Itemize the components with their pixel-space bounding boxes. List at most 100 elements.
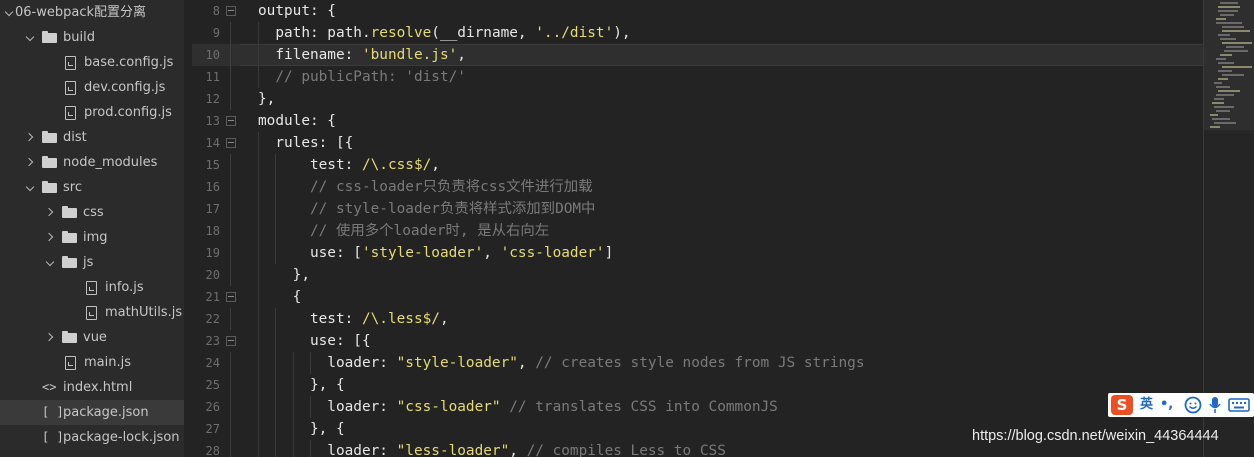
chevron-down-icon[interactable] — [26, 25, 36, 50]
chevron-down-icon[interactable] — [46, 250, 56, 275]
line-number: 28 — [205, 444, 220, 457]
line-number: 25 — [205, 378, 220, 392]
file-icon — [84, 300, 100, 325]
minimap-line — [1222, 26, 1244, 28]
sogou-logo-icon[interactable]: S — [1111, 395, 1133, 415]
code-line[interactable]: 10 filename: 'bundle.js', — [192, 44, 1204, 66]
json-file-icon: [ ] — [42, 430, 64, 444]
minimap-line — [1218, 78, 1228, 80]
code-line[interactable]: 23 use: [{ — [192, 330, 1204, 352]
tree-item-package-json[interactable]: [ ] package.json — [0, 400, 184, 425]
code-text: loader: "style-loader", // creates style… — [258, 352, 864, 374]
code-token: { — [258, 289, 302, 305]
code-line[interactable]: 17 // style-loader负责将样式添加到DOM中 — [192, 198, 1204, 220]
tree-item-label: node_modules — [63, 155, 158, 170]
tree-item-img[interactable]: img — [0, 225, 184, 250]
chevron-right-icon[interactable] — [46, 200, 56, 225]
code-line[interactable]: 20 }, — [192, 264, 1204, 286]
tree-item-06-webpack[interactable]: 06-webpack配置分离 — [0, 0, 184, 25]
code-editor[interactable]: 8 output: {9 path: path.resolve(__dirname… — [192, 0, 1204, 457]
code-line[interactable]: 15 test: /\.css$/, — [192, 154, 1204, 176]
fold-toggle-icon[interactable] — [226, 292, 236, 302]
code-line[interactable]: 25 }, { — [192, 374, 1204, 396]
tree-item-dev-config-js[interactable]: dev.config.js — [0, 75, 184, 100]
tree-item-label: index.html — [63, 380, 133, 395]
tree-item-index-html[interactable]: <> index.html — [0, 375, 184, 400]
folder-icon — [42, 125, 58, 150]
tree-item-build[interactable]: build — [0, 25, 184, 50]
fold-guide — [230, 352, 231, 374]
code-token: , — [457, 47, 466, 63]
ime-toolbar[interactable]: S 英 •, — [1108, 393, 1254, 417]
code-line[interactable]: 18 // 使用多个loader时, 是从右向左 — [192, 220, 1204, 242]
chevron-right-icon[interactable] — [26, 125, 36, 150]
code-text: test: /\.css$/, — [258, 154, 440, 176]
code-line[interactable]: 21 { — [192, 286, 1204, 308]
code-line[interactable]: 13 module: { — [192, 110, 1204, 132]
code-line[interactable]: 12}, — [192, 88, 1204, 110]
code-token: loader: — [258, 399, 397, 415]
minimap-line — [1226, 46, 1244, 48]
tree-item-label: package-lock.json — [63, 430, 180, 445]
code-line[interactable]: 22 test: /\.less$/, — [192, 308, 1204, 330]
code-token: ), — [613, 25, 631, 41]
code-token: /\.less$/ — [361, 311, 440, 327]
smiley-icon[interactable] — [1184, 396, 1202, 414]
tree-item-info-js[interactable]: info.js — [0, 275, 184, 300]
tree-item-main-js[interactable]: main.js — [0, 350, 184, 375]
code-token: , — [483, 245, 501, 261]
fold-toggle-icon[interactable] — [226, 116, 236, 126]
chevron-right-icon[interactable] — [46, 225, 56, 250]
minimap-line — [1218, 6, 1240, 8]
tree-item-src[interactable]: src — [0, 175, 184, 200]
fold-guide — [230, 220, 231, 242]
code-line[interactable]: 24 loader: "style-loader", // creates st… — [192, 352, 1204, 374]
fold-toggle-icon[interactable] — [226, 138, 236, 148]
minimap-line — [1218, 70, 1232, 72]
tree-item-js[interactable]: js — [0, 250, 184, 275]
tree-item-node-modules[interactable]: node_modules — [0, 150, 184, 175]
minimap[interactable] — [1204, 0, 1254, 457]
ime-punctuation-toggle[interactable]: •, — [1160, 393, 1173, 417]
fold-guide — [230, 308, 231, 330]
tree-item-css[interactable]: css — [0, 200, 184, 225]
code-token: /\.css$/ — [361, 157, 432, 173]
fold-toggle-icon[interactable] — [226, 336, 236, 346]
tree-item-base-config-js[interactable]: base.config.js — [0, 50, 184, 75]
chevron-down-icon[interactable] — [26, 175, 36, 200]
code-text: loader: "css-loader" // translates CSS i… — [258, 396, 778, 418]
microphone-icon[interactable] — [1208, 396, 1222, 414]
tree-item-label: build — [63, 30, 95, 45]
code-line[interactable]: 8 output: { — [192, 0, 1204, 22]
folder-icon — [62, 225, 78, 250]
code-token: (__dirname, — [431, 25, 536, 41]
chevron-down-icon[interactable] — [5, 0, 15, 25]
code-line[interactable]: 14 rules: [{ — [192, 132, 1204, 154]
chevron-right-icon[interactable] — [26, 150, 36, 175]
tree-item-vue[interactable]: vue — [0, 325, 184, 350]
code-line[interactable]: 16 // css-loader只负责将css文件进行加载 — [192, 176, 1204, 198]
code-line[interactable]: 9 path: path.resolve(__dirname, '../dist… — [192, 22, 1204, 44]
code-token: // translates CSS into CommonJS — [509, 399, 778, 415]
code-text: loader: "less-loader", // compiles Less … — [258, 440, 726, 457]
code-line[interactable]: 19 use: ['style-loader', 'css-loader'] — [192, 242, 1204, 264]
keyboard-icon[interactable] — [1228, 398, 1250, 412]
minimap-line — [1210, 114, 1218, 116]
tree-item-mathutils-js[interactable]: mathUtils.js — [0, 300, 184, 325]
code-token: }, — [258, 91, 276, 107]
code-line[interactable]: 11 // publicPath: 'dist/' — [192, 66, 1204, 88]
file-icon — [63, 50, 79, 75]
line-number: 17 — [205, 202, 220, 216]
chevron-right-icon[interactable] — [46, 325, 56, 350]
code-line[interactable]: 26 loader: "css-loader" // translates CS… — [192, 396, 1204, 418]
fold-toggle-icon[interactable] — [226, 6, 236, 16]
code-token: module: { — [258, 113, 336, 129]
tree-item-dist[interactable]: dist — [0, 125, 184, 150]
code-token: 'style-loader' — [361, 245, 484, 261]
code-token: loader: — [258, 355, 397, 371]
tree-item-prod-config-js[interactable]: prod.config.js — [0, 100, 184, 125]
file-tree-sidebar: 06-webpack配置分离 build base.config.js dev.con… — [0, 0, 184, 457]
ime-language-toggle[interactable]: 英 — [1140, 393, 1153, 417]
fold-guide — [230, 88, 231, 110]
tree-item-package-lock-json[interactable]: [ ] package-lock.json — [0, 425, 184, 450]
